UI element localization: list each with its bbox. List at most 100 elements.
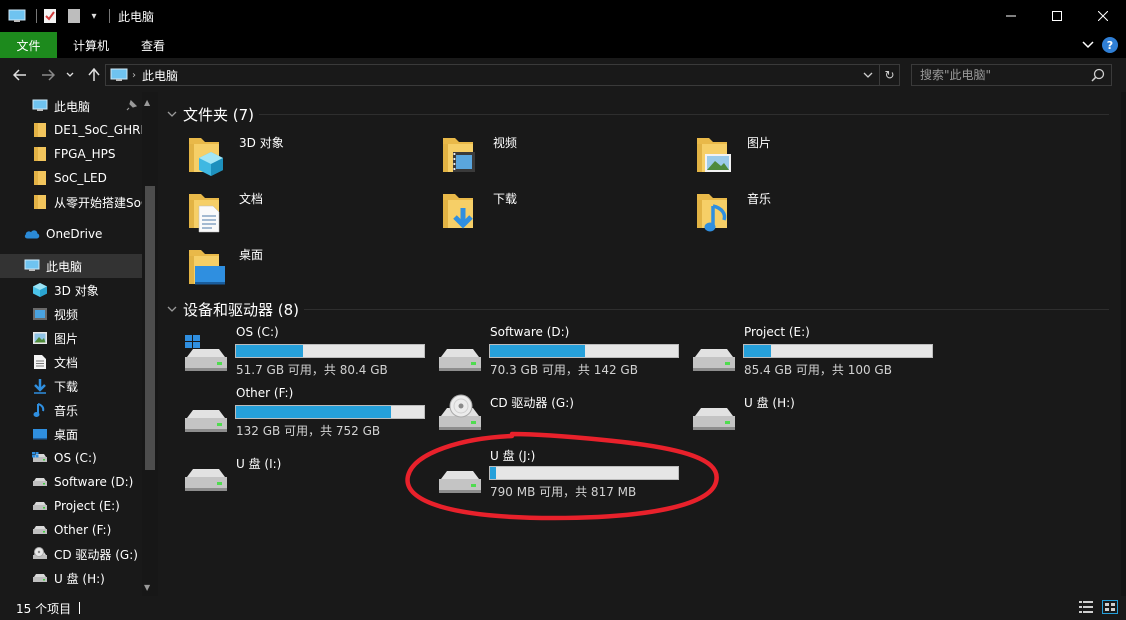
- maximize-icon[interactable]: [1034, 0, 1080, 32]
- properties-icon[interactable]: [41, 7, 59, 25]
- sidebar-item[interactable]: 图片: [0, 326, 142, 350]
- chevron-down-icon[interactable]: [167, 109, 183, 120]
- search-input[interactable]: [920, 68, 1090, 82]
- expand-ribbon-icon[interactable]: [1082, 38, 1094, 52]
- large-icons-view-icon[interactable]: [1102, 600, 1118, 617]
- sidebar-item[interactable]: 音乐: [0, 398, 142, 422]
- chevron-down-icon[interactable]: [167, 304, 183, 315]
- sidebar-item[interactable]: CD 驱动器 (G:): [0, 542, 142, 566]
- tab-computer[interactable]: 计算机: [57, 32, 125, 58]
- new-folder-icon[interactable]: [65, 7, 83, 25]
- drives-group-header[interactable]: 设备和驱动器 (8): [167, 299, 299, 320]
- search-box[interactable]: [911, 64, 1112, 86]
- folder-name: 文档: [239, 192, 264, 206]
- scroll-up-icon[interactable]: ▲: [144, 98, 150, 107]
- drive-usage-bar: [489, 344, 679, 358]
- sidebar-item[interactable]: Project (E:): [0, 494, 142, 518]
- drive-icon: [32, 498, 48, 514]
- drive-item[interactable]: OS (C:) 51.7 GB 可用，共 80.4 GB: [181, 325, 433, 383]
- drive-item[interactable]: U 盘 (H:): [689, 394, 941, 452]
- sidebar-item-label: CD 驱动器 (G:): [54, 547, 138, 562]
- folder-item[interactable]: 3D 对象: [183, 130, 423, 182]
- sidebar-item[interactable]: 此电脑: [0, 94, 142, 118]
- refresh-icon[interactable]: ↻: [880, 64, 900, 86]
- sidebar-item[interactable]: 下载: [0, 374, 142, 398]
- address-bar[interactable]: › 此电脑: [105, 64, 880, 86]
- drive-icon: [181, 455, 229, 495]
- address-dropdown-icon[interactable]: [863, 70, 873, 81]
- sidebar-item-label: 此电脑: [46, 259, 83, 274]
- pc-icon: [32, 98, 48, 114]
- drive-usage-fill: [236, 345, 304, 357]
- sidebar-item-label: 文档: [54, 355, 79, 370]
- recent-locations-icon[interactable]: [63, 66, 77, 84]
- drive-item[interactable]: Other (F:) 132 GB 可用，共 752 GB: [181, 386, 433, 444]
- sidebar-item[interactable]: FPGA_HPS: [0, 142, 142, 166]
- drive-item[interactable]: U 盘 (I:): [181, 455, 433, 513]
- details-view-icon[interactable]: [1078, 600, 1094, 617]
- sidebar-item[interactable]: OS (C:): [0, 446, 142, 470]
- sidebar-item[interactable]: DE1_SoC_GHRD: [0, 118, 142, 142]
- sidebar-item-label: 音乐: [54, 403, 79, 418]
- sidebar-item[interactable]: Other (F:): [0, 518, 142, 542]
- forward-icon[interactable]: [38, 66, 58, 84]
- status-separator: [79, 602, 81, 614]
- sidebar-item[interactable]: Software (D:): [0, 470, 142, 494]
- chevron-right-icon[interactable]: ›: [132, 70, 136, 81]
- sidebar-item-label: 下载: [54, 379, 79, 394]
- drive-icon: [181, 396, 229, 436]
- pc-icon[interactable]: [8, 7, 26, 25]
- drive-usage-fill: [236, 406, 391, 418]
- sidebar-item[interactable]: 从零开始搭建SoC: [0, 190, 142, 214]
- up-icon[interactable]: [84, 66, 104, 84]
- sidebar-scroll-thumb[interactable]: [145, 186, 155, 470]
- download-icon: [32, 378, 48, 394]
- sidebar-item[interactable]: 此电脑: [0, 254, 142, 278]
- breadcrumb[interactable]: 此电脑: [142, 67, 178, 84]
- ribbon-right: ?: [1082, 32, 1118, 58]
- close-icon[interactable]: [1080, 0, 1126, 32]
- desktop-folder-icon: [183, 242, 231, 290]
- folder-item[interactable]: 视频: [437, 130, 677, 182]
- folders-group-header[interactable]: 文件夹 (7): [167, 104, 254, 125]
- drive-item[interactable]: Project (E:) 85.4 GB 可用，共 100 GB: [689, 325, 941, 383]
- folder-item[interactable]: 桌面: [183, 242, 423, 294]
- sidebar-item[interactable]: OneDrive: [0, 222, 142, 246]
- help-icon[interactable]: ?: [1102, 37, 1118, 53]
- tab-view[interactable]: 查看: [125, 32, 181, 58]
- sidebar-item-label: 此电脑: [54, 99, 91, 114]
- drive-item[interactable]: Software (D:) 70.3 GB 可用，共 142 GB: [435, 325, 687, 383]
- folder-item[interactable]: 下载: [437, 186, 677, 238]
- folder-item[interactable]: 文档: [183, 186, 423, 238]
- minimize-icon[interactable]: [988, 0, 1034, 32]
- sidebar-item-label: 3D 对象: [54, 283, 99, 298]
- sidebar-item-label: U 盘 (H:): [54, 571, 105, 586]
- drives-group-title: 设备和驱动器 (8): [183, 301, 300, 319]
- folder-name: 视频: [493, 136, 518, 150]
- drive-icon: [435, 335, 483, 375]
- drive-free-space: 85.4 GB 可用，共 100 GB: [744, 363, 892, 377]
- customize-dropdown-icon[interactable]: ▾: [89, 7, 99, 25]
- cd-drive-icon: [32, 546, 48, 562]
- picture-icon: [32, 330, 48, 346]
- folder-item[interactable]: 图片: [691, 130, 931, 182]
- scroll-down-icon[interactable]: ▼: [144, 583, 150, 592]
- sidebar-item[interactable]: 视频: [0, 302, 142, 326]
- search-icon[interactable]: [1091, 68, 1105, 85]
- back-icon[interactable]: [10, 66, 30, 84]
- sidebar-item[interactable]: U 盘 (H:): [0, 566, 142, 590]
- sidebar-item[interactable]: 3D 对象: [0, 278, 142, 302]
- folder-item[interactable]: 音乐: [691, 186, 931, 238]
- tab-file[interactable]: 文件: [0, 32, 57, 58]
- pin-icon[interactable]: [126, 99, 138, 114]
- drive-icon: [689, 394, 737, 434]
- sidebar-item[interactable]: 文档: [0, 350, 142, 374]
- view-switcher: [1078, 600, 1118, 617]
- sidebar-item[interactable]: 桌面: [0, 422, 142, 446]
- drive-name: OS (C:): [236, 325, 279, 339]
- drive-icon: [689, 335, 737, 375]
- ribbon-tabs: 文件 计算机 查看 ?: [0, 32, 1126, 58]
- sidebar-item[interactable]: SoC_LED: [0, 166, 142, 190]
- music-icon: [32, 402, 48, 418]
- drive-name: Software (D:): [490, 325, 570, 339]
